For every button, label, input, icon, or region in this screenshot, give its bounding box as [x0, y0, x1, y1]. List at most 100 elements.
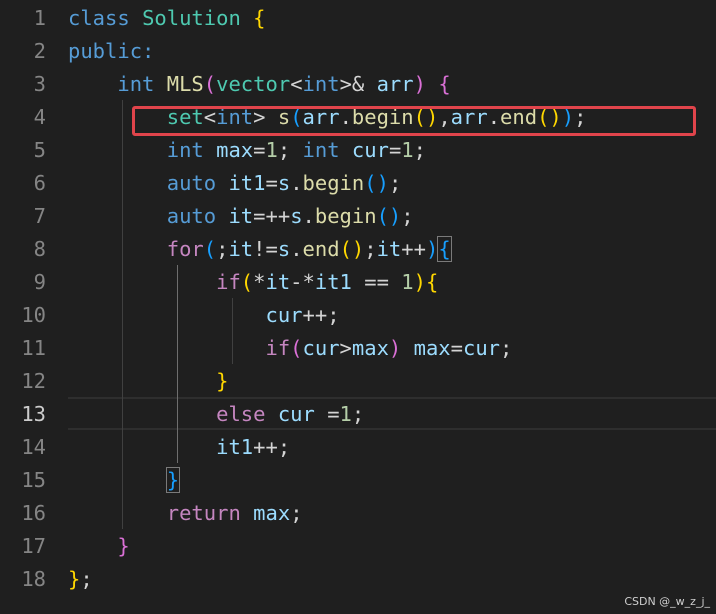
code-line[interactable]: 3 int MLS(vector<int>& arr) {	[0, 68, 716, 101]
code-line[interactable]: 2 public:	[0, 35, 716, 68]
line-code: if(cur>max) max=cur;	[68, 332, 512, 365]
code-token: cur	[302, 336, 340, 360]
code-token: auto	[166, 171, 217, 195]
line-code: }	[68, 464, 181, 497]
line-code: class Solution {	[68, 2, 266, 35]
code-token: max	[253, 501, 291, 525]
code-token: ;	[277, 138, 303, 162]
code-line[interactable]: 1 class Solution {	[0, 2, 716, 35]
code-token: s	[277, 171, 291, 195]
code-token: int	[166, 138, 204, 162]
code-editor[interactable]: 1 class Solution {2 public: 3 int MLS(vecto…	[0, 0, 716, 614]
line-number: 10	[21, 303, 46, 327]
code-token: .	[302, 204, 315, 228]
code-line[interactable]: 9 if(*it-*it1 == 1){	[0, 266, 716, 299]
line-number: 13	[21, 402, 46, 426]
code-token: ;	[364, 237, 377, 261]
code-line[interactable]: 13 else cur =1;	[0, 398, 716, 431]
line-number: 15	[21, 468, 46, 492]
line-code: cur++;	[68, 299, 339, 332]
code-token: {	[425, 270, 439, 294]
code-token: .	[290, 171, 303, 195]
code-token: )	[413, 72, 426, 96]
code-token: =	[265, 171, 278, 195]
code-token: it1	[228, 171, 266, 195]
line-code: else cur =1;	[68, 398, 364, 431]
line-code: for(;it!=s.end();it++){	[68, 233, 452, 266]
code-token: it	[228, 237, 254, 261]
code-token: ==	[351, 270, 402, 294]
code-line[interactable]: 17 }	[0, 530, 716, 563]
code-token: for	[166, 237, 204, 261]
code-token: ()	[364, 171, 389, 195]
code-token: vector	[216, 72, 291, 96]
line-number: 18	[21, 567, 46, 591]
code-line[interactable]: 10 cur++;	[0, 299, 716, 332]
line-number: 4	[33, 105, 46, 129]
code-token: (	[290, 336, 303, 360]
line-code: };	[68, 563, 93, 596]
code-line[interactable]: 16 return max;	[0, 497, 716, 530]
line-code: auto it=++s.begin();	[68, 200, 414, 233]
code-token: =	[388, 138, 402, 162]
code-token: !=	[253, 237, 278, 261]
code-token: >&	[339, 72, 377, 96]
line-number: 9	[33, 270, 46, 294]
code-token: s	[290, 204, 303, 228]
line-number: 5	[33, 138, 46, 162]
code-token: ++	[401, 237, 426, 261]
code-line[interactable]: 12 }	[0, 365, 716, 398]
code-line[interactable]: 18};	[0, 563, 716, 596]
code-token: max	[216, 138, 254, 162]
code-token: -*	[290, 270, 315, 294]
code-token: }	[117, 534, 130, 558]
code-token: =	[253, 138, 266, 162]
line-code: int max=1; int cur=1;	[68, 134, 426, 167]
code-token: it	[376, 237, 402, 261]
code-token: else	[216, 402, 266, 426]
code-token: 1	[339, 402, 352, 426]
code-token: it1	[216, 435, 254, 459]
code-line[interactable]: 14 it1++;	[0, 431, 716, 464]
code-token: =	[450, 336, 463, 360]
code-token: cur	[277, 402, 315, 426]
code-token: cur	[265, 303, 303, 327]
code-line[interactable]: 7 auto it=++s.begin();	[0, 200, 716, 233]
code-token: arr	[376, 72, 414, 96]
code-token: Solution	[142, 6, 241, 30]
code-token: (	[240, 270, 254, 294]
code-token: <	[290, 72, 303, 96]
code-token: )	[413, 270, 426, 294]
code-token: max	[351, 336, 389, 360]
code-line[interactable]: 11 if(cur>max) max=cur;	[0, 332, 716, 365]
code-token: public:	[68, 39, 155, 63]
code-line[interactable]: 15 }	[0, 464, 716, 497]
code-token: ;	[80, 567, 93, 591]
line-code: auto it1=s.begin();	[68, 167, 402, 200]
code-line[interactable]: 6 auto it1=s.begin();	[0, 167, 716, 200]
code-token: .	[290, 237, 303, 261]
code-token: ()	[339, 237, 365, 261]
code-token: >	[339, 336, 352, 360]
code-line[interactable]: 5 int max=1; int cur=1;	[0, 134, 716, 167]
line-code: }	[68, 530, 130, 563]
code-line[interactable]: 8 for(;it!=s.end();it++){	[0, 233, 716, 266]
line-code: it1++;	[68, 431, 290, 464]
code-token: {	[253, 6, 266, 30]
code-token: ;	[500, 336, 513, 360]
code-token: *	[253, 270, 266, 294]
